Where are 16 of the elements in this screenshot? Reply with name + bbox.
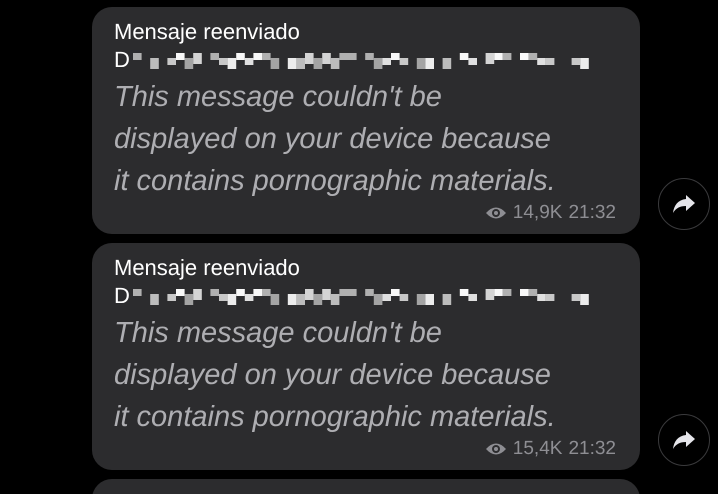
message-text: This message couldn't be displayed on your device because it contains pornographic materials.: [114, 316, 557, 435]
forwarded-label: Mensaje reenviado: [114, 18, 301, 46]
view-count: 15,4K: [512, 438, 562, 460]
message-time: 21:32: [568, 438, 616, 460]
message-time: 21:32: [568, 202, 616, 224]
share-arrow-icon: [672, 194, 696, 214]
forward-button[interactable]: [658, 414, 710, 466]
eye-icon: [484, 442, 507, 456]
forwarded-label: Mensaje reenviado: [114, 254, 301, 282]
sender-initial: D: [114, 47, 130, 73]
message-text: This message couldn't be displayed on your device because it contains pornographic materials.: [114, 80, 557, 199]
forward-button[interactable]: [658, 178, 710, 230]
sender-initial: D: [114, 283, 130, 309]
view-count: 14,9K: [512, 202, 562, 224]
share-arrow-icon: [672, 430, 696, 450]
eye-icon: [484, 206, 507, 220]
